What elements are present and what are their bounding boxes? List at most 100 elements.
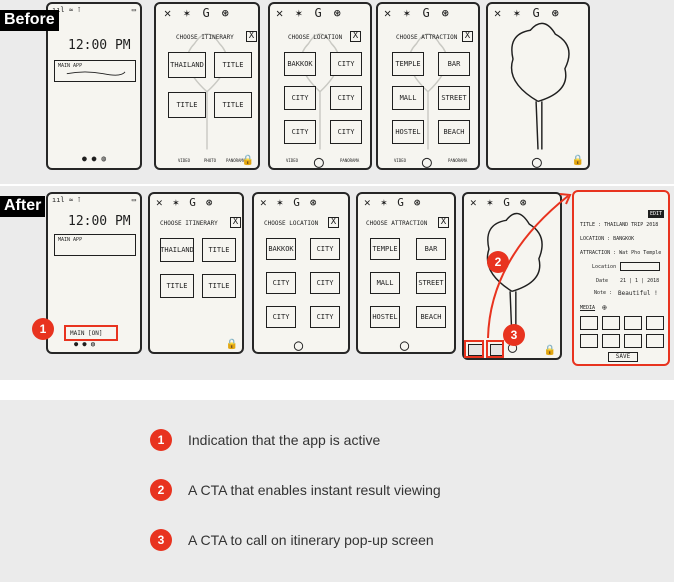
notification-label: MAIN APP — [58, 237, 83, 243]
location-card[interactable]: CITY — [266, 306, 296, 328]
close-icon[interactable]: X — [230, 217, 241, 228]
after-itinerary-screen: ✕✶G⊛ CHOOSE ITINERARY X THAILAND TITLE T… — [148, 192, 244, 354]
itinerary-card[interactable]: THAILAND — [168, 52, 206, 78]
badge-3: 3 — [503, 324, 525, 346]
nav-photo[interactable]: PHOTO — [204, 158, 216, 163]
shutter-button[interactable]: ◯ — [314, 152, 324, 168]
attraction-card[interactable]: HOSTEL — [392, 120, 424, 144]
itinerary-title: CHOOSE ITINERARY — [160, 220, 218, 227]
edit-badge[interactable]: EDIT — [647, 210, 664, 218]
add-media-icon[interactable]: ⊕ — [602, 303, 607, 312]
close-icon[interactable]: X — [350, 31, 361, 42]
tree-sketch — [186, 33, 228, 150]
itinerary-card[interactable]: TITLE — [202, 274, 236, 298]
badge-1: 1 — [32, 318, 54, 340]
attraction-card[interactable]: BEACH — [438, 120, 470, 144]
legend-badge: 2 — [150, 479, 172, 501]
shutter-button[interactable]: ◯ — [532, 152, 542, 168]
location-card[interactable]: CITY — [266, 272, 296, 294]
location-card[interactable]: CITY — [330, 86, 362, 110]
close-icon[interactable]: X — [438, 217, 449, 228]
legend-panel: 1 Indication that the app is active 2 A … — [0, 400, 674, 582]
page-dots: ● ● ◍ — [82, 154, 107, 163]
itinerary-card[interactable]: TITLE — [202, 238, 236, 262]
save-button[interactable]: SAVE — [608, 352, 638, 362]
lock-icon[interactable]: 🔒 — [226, 339, 238, 350]
legend-text: A CTA to call on itinerary pop-up screen — [188, 532, 434, 548]
note-value[interactable]: Beautiful ! — [618, 290, 658, 297]
notification-card[interactable]: MAIN APP — [54, 60, 136, 82]
tree-sketch — [510, 22, 570, 150]
before-camera-screen: ✕✶G⊛ ◯ 🔒 — [486, 2, 590, 170]
attraction-card[interactable]: TEMPLE — [392, 52, 424, 76]
notification-scribble — [66, 71, 126, 76]
shutter-button[interactable]: ◯ — [400, 336, 409, 352]
media-thumb[interactable] — [580, 316, 598, 330]
legend-badge: 3 — [150, 529, 172, 551]
date-value[interactable]: 21 | 1 | 2018 — [620, 278, 659, 284]
attraction-card[interactable]: STREET — [438, 86, 470, 110]
legend-item: 3 A CTA to call on itinerary pop-up scre… — [150, 528, 434, 552]
status-bar-signal: ııl ≈ ⊺ — [52, 196, 81, 204]
detail-title: TITLE : THAILAND TRIP 2018 — [580, 222, 659, 228]
itinerary-card[interactable]: TITLE — [168, 92, 206, 118]
attraction-card[interactable]: BEACH — [416, 306, 446, 328]
location-title: CHOOSE LOCATION — [288, 34, 343, 41]
media-thumb[interactable] — [602, 334, 620, 348]
media-thumb[interactable] — [580, 334, 598, 348]
attraction-card[interactable]: HOSTEL — [370, 306, 400, 328]
location-card[interactable]: BAKKOK — [284, 52, 316, 76]
nav-video[interactable]: VIDEO — [178, 158, 190, 163]
itinerary-card[interactable]: TITLE — [160, 274, 194, 298]
close-icon[interactable]: X — [462, 31, 473, 42]
attraction-card[interactable]: BAR — [416, 238, 446, 260]
location-card[interactable]: CITY — [310, 272, 340, 294]
itinerary-card[interactable]: TITLE — [214, 92, 252, 118]
close-icon[interactable]: X — [246, 31, 257, 42]
location-card[interactable]: CITY — [330, 120, 362, 144]
shutter-button[interactable]: ◯ — [422, 152, 432, 168]
location-card[interactable]: CITY — [330, 52, 362, 76]
nav-video[interactable]: VIDEO — [394, 158, 406, 163]
shutter-button[interactable]: ◯ — [294, 336, 303, 352]
attraction-card[interactable]: MALL — [370, 272, 400, 294]
location-card[interactable]: CITY — [284, 120, 316, 144]
date-label: Date — [596, 278, 609, 284]
after-label: After — [0, 196, 46, 217]
before-attraction-screen: ✕✶G⊛ CHOOSE ATTRACTION X TEMPLE BAR MALL… — [376, 2, 480, 170]
toolbar-icons: ✕✶G⊛ — [156, 196, 223, 209]
page-dots: ● ● ◍ — [74, 340, 96, 348]
nav-panorama[interactable]: PANORAMA — [340, 158, 359, 163]
status-bar-battery-icon: ▭ — [131, 196, 136, 204]
attraction-card[interactable]: MALL — [392, 86, 424, 110]
detail-attraction: ATTRACTION : Wat Pho Temple — [580, 250, 662, 256]
media-thumb[interactable] — [602, 316, 620, 330]
location-card[interactable]: CITY — [284, 86, 316, 110]
media-thumb[interactable] — [624, 316, 642, 330]
notification-card[interactable]: MAIN APP — [54, 234, 136, 256]
itinerary-card[interactable]: THAILAND — [160, 238, 194, 262]
itinerary-detail-screen: EDIT TITLE : THAILAND TRIP 2018 LOCATION… — [572, 190, 670, 366]
lock-icon[interactable]: 🔒 — [242, 155, 254, 166]
lock-icon[interactable]: 🔒 — [572, 155, 584, 166]
media-label: MEDIA — [580, 305, 596, 311]
toolbar-icons: ✕✶G⊛ — [260, 196, 327, 209]
nav-video[interactable]: VIDEO — [286, 158, 298, 163]
media-thumb[interactable] — [624, 334, 642, 348]
detail-location: LOCATION : BANGKOK — [580, 236, 635, 242]
location-card[interactable]: CITY — [310, 238, 340, 260]
attraction-card[interactable]: BAR — [438, 52, 470, 76]
nav-panorama[interactable]: PANORAMA — [448, 158, 467, 163]
before-label: Before — [0, 10, 59, 31]
legend-item: 2 A CTA that enables instant result view… — [150, 478, 441, 502]
attraction-card[interactable]: STREET — [416, 272, 446, 294]
location-card[interactable]: CITY — [310, 306, 340, 328]
location-card[interactable]: BAKKOK — [266, 238, 296, 260]
itinerary-title: CHOOSE ITINERARY — [176, 34, 234, 41]
media-thumb[interactable] — [646, 316, 664, 330]
attraction-card[interactable]: TEMPLE — [370, 238, 400, 260]
location-field[interactable] — [620, 262, 660, 271]
itinerary-card[interactable]: TITLE — [214, 52, 252, 78]
close-icon[interactable]: X — [328, 217, 339, 228]
media-thumb[interactable] — [646, 334, 664, 348]
